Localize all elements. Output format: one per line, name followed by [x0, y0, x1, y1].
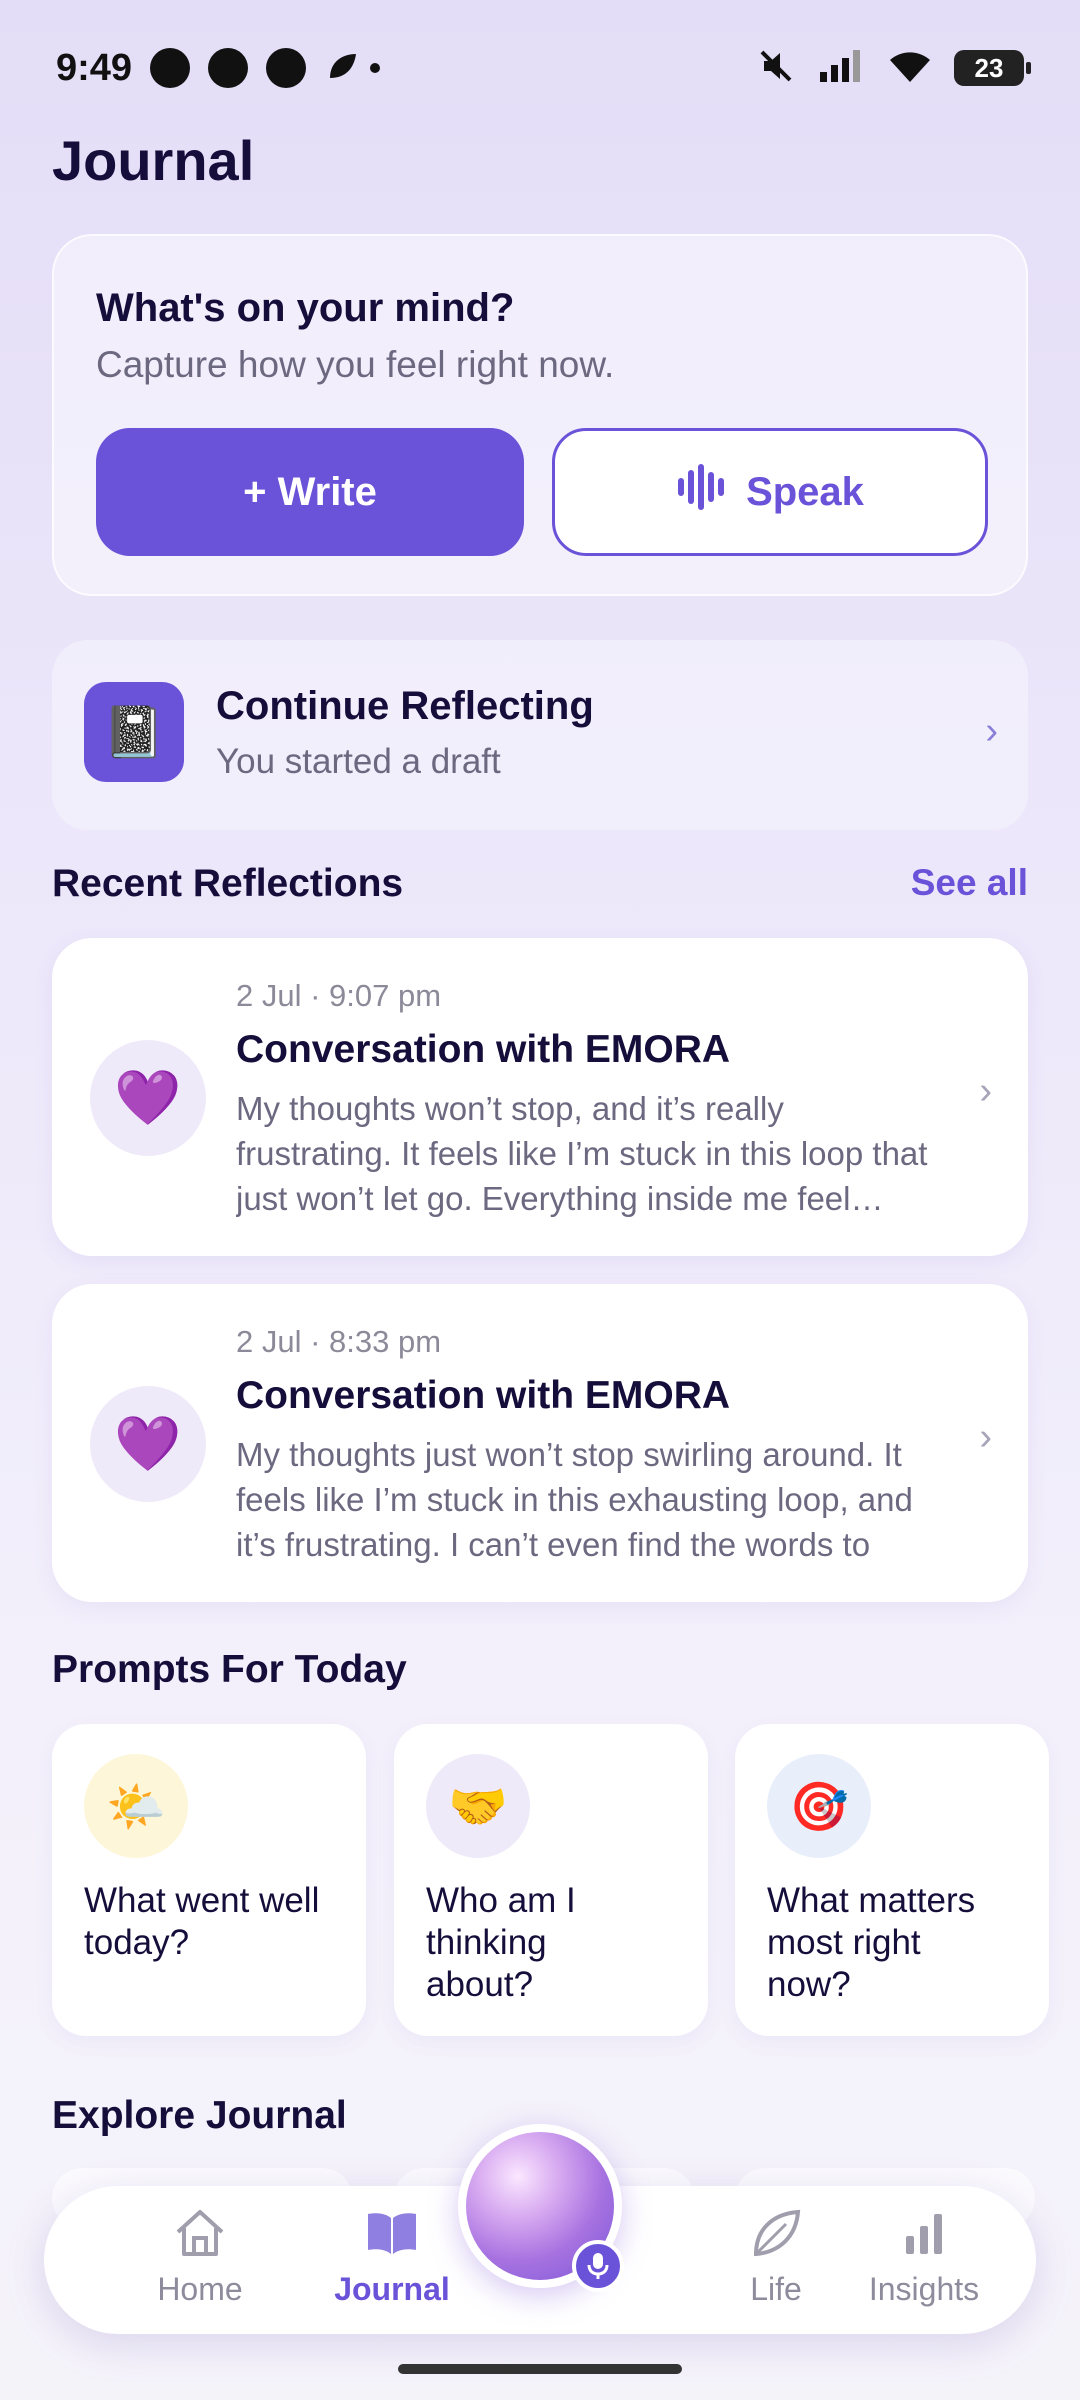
write-button[interactable]: + Write: [96, 428, 524, 556]
target-icon: 🎯: [767, 1754, 871, 1858]
nav-insights-label: Insights: [868, 2271, 980, 2307]
mind-card: What's on your mind? Capture how you fee…: [52, 234, 1028, 596]
continue-reflecting-card[interactable]: 📓 Continue Reflecting You started a draf…: [52, 640, 1028, 830]
handshake-icon: 🤝: [426, 1754, 530, 1858]
prompt-text: What matters most right now?: [767, 1881, 976, 2004]
chevron-right-icon: ›: [985, 710, 998, 752]
write-button-label: + Write: [243, 469, 377, 514]
chevron-right-icon: ›: [979, 1070, 992, 1112]
notification-icon: [266, 48, 307, 88]
prompt-card[interactable]: 🤝 Who am I thinking about?: [394, 1724, 708, 2036]
signal-icon: [818, 48, 866, 89]
home-indicator[interactable]: [398, 2364, 682, 2374]
nav-insights[interactable]: Insights: [844, 2208, 1004, 2308]
speak-button-label: Speak: [746, 469, 864, 514]
prompt-text: What went well today?: [84, 1881, 320, 1962]
reflection-date: 2 Jul · 8:33 pm: [236, 1324, 442, 1359]
speak-button[interactable]: Speak: [552, 428, 988, 556]
bar-chart-icon: [896, 2208, 952, 2263]
see-all-link[interactable]: See all: [911, 862, 1028, 904]
nav-journal-label: Journal: [334, 2271, 450, 2307]
purple-heart-icon: 💜: [90, 1386, 206, 1502]
reflection-card[interactable]: 💜 2 Jul · 9:07 pm Conversation with EMOR…: [52, 938, 1028, 1256]
reflection-excerpt: My thoughts just won’t stop swirling aro…: [236, 1436, 913, 1563]
mute-icon: [756, 46, 796, 91]
mind-card-subtitle: Capture how you feel right now.: [96, 344, 615, 385]
reflection-excerpt: My thoughts won’t stop, and it’s really …: [236, 1090, 928, 1217]
page-title: Journal: [52, 129, 255, 192]
chevron-right-icon: ›: [979, 1416, 992, 1458]
prompt-card[interactable]: 🌤️ What went well today?: [52, 1724, 366, 2036]
reflection-card[interactable]: 💜 2 Jul · 8:33 pm Conversation with EMOR…: [52, 1284, 1028, 1602]
soundwave-icon: [676, 462, 732, 522]
wifi-icon: [888, 48, 932, 89]
nav-life-label: Life: [750, 2271, 802, 2307]
notebook-icon: 📓: [84, 682, 184, 782]
home-icon: [172, 2208, 228, 2263]
reflection-title: Conversation with EMORA: [236, 1028, 731, 1071]
explore-header: Explore Journal: [52, 2094, 347, 2137]
nav-home[interactable]: Home: [120, 2208, 280, 2308]
nav-life[interactable]: Life: [696, 2208, 856, 2308]
prompt-card[interactable]: 🎯 What matters most right now?: [735, 1724, 1049, 2036]
continue-title: Continue Reflecting: [216, 684, 594, 728]
sun-behind-cloud-icon: 🌤️: [84, 1754, 188, 1858]
nav-journal[interactable]: Journal: [312, 2208, 472, 2308]
recent-reflections-header: Recent Reflections: [52, 862, 404, 905]
prompt-text: Who am I thinking about?: [426, 1881, 576, 2004]
microphone-icon[interactable]: [572, 2240, 624, 2292]
mind-card-title: What's on your mind?: [96, 286, 515, 330]
notification-icon: [208, 48, 249, 88]
reflection-title: Conversation with EMORA: [236, 1374, 731, 1417]
status-bar: 9:49 23: [56, 40, 1031, 96]
reflection-date: 2 Jul · 9:07 pm: [236, 978, 442, 1013]
purple-heart-icon: 💜: [90, 1040, 206, 1156]
battery-indicator: 23: [954, 50, 1031, 86]
continue-subtitle: You started a draft: [216, 742, 501, 781]
notification-icon: [150, 48, 191, 88]
leaf-notification-icon: [324, 48, 360, 89]
more-notifications-icon: [370, 63, 381, 73]
prompts-header: Prompts For Today: [52, 1648, 407, 1691]
leaf-icon: [748, 2208, 804, 2263]
nav-home-label: Home: [157, 2271, 243, 2307]
book-icon: [364, 2208, 420, 2263]
status-time: 9:49: [56, 46, 133, 89]
